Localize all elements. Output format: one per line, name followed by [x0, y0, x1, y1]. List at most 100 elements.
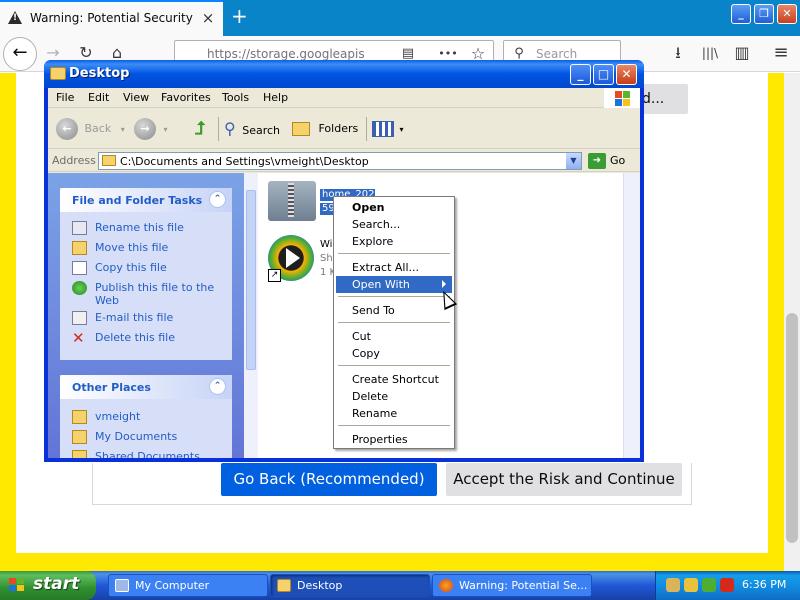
- start-label: start: [33, 574, 80, 594]
- browser-minimize-button[interactable]: _: [731, 4, 751, 24]
- ctx-separator: [338, 425, 450, 426]
- clock: 6:36 PM: [742, 578, 787, 591]
- ctx-copy[interactable]: Copy: [336, 345, 452, 362]
- file-view-scrollbar[interactable]: [623, 173, 640, 458]
- tab-close-icon[interactable]: ×: [199, 9, 217, 27]
- address-dropdown-icon[interactable]: ▼: [566, 153, 581, 169]
- browser-maximize-button[interactable]: ❐: [754, 4, 774, 24]
- email-icon: [72, 311, 87, 325]
- ctx-separator: [338, 296, 450, 297]
- url-text[interactable]: https://storage.googleapis: [207, 47, 365, 61]
- windows-logo-icon: [604, 88, 640, 108]
- rename-icon: [72, 221, 87, 235]
- task-firefox[interactable]: Warning: Potential Se...: [432, 574, 592, 597]
- library-icon[interactable]: |||\: [699, 42, 721, 64]
- address-field[interactable]: C:\Documents and Settings\vmeight\Deskto…: [98, 152, 582, 170]
- task-pane: File and Folder Tasks ⌃ Rename this file…: [48, 173, 244, 458]
- forward-nav-button[interactable]: → ▾: [134, 117, 168, 141]
- collapse-icon[interactable]: ⌃: [209, 191, 226, 208]
- start-button[interactable]: start: [0, 571, 96, 600]
- computer-icon: [115, 579, 129, 592]
- back-button[interactable]: ←: [3, 37, 37, 71]
- address-value[interactable]: C:\Documents and Settings\vmeight\Deskto…: [120, 155, 369, 168]
- taskbar: start My Computer Desktop Warning: Poten…: [0, 571, 800, 600]
- collapse-icon[interactable]: ⌃: [209, 378, 226, 395]
- search-label: Search: [242, 124, 281, 137]
- folder-icon: [102, 155, 116, 166]
- delete-x-icon: ✕: [72, 329, 85, 347]
- ctx-rename[interactable]: Rename: [336, 405, 452, 422]
- windows-logo-icon: [9, 578, 24, 591]
- ctx-search[interactable]: Search...: [336, 216, 452, 233]
- explorer-minimize-button[interactable]: _: [570, 64, 591, 85]
- folder-icon: [72, 410, 87, 424]
- tray-shield-icon[interactable]: [684, 578, 698, 592]
- browser-close-button[interactable]: ✕: [777, 4, 797, 24]
- explorer-close-button[interactable]: ✕: [616, 64, 637, 85]
- ctx-delete[interactable]: Delete: [336, 388, 452, 405]
- folders-button[interactable]: Folders: [292, 117, 358, 141]
- browser-tab[interactable]: Warning: Potential Security Risk Ahead ×: [0, 0, 223, 36]
- ctx-separator: [338, 253, 450, 254]
- magnifier-icon: ⚲: [224, 119, 236, 138]
- ctx-explore[interactable]: Explore: [336, 233, 452, 250]
- address-label: Address: [52, 154, 96, 167]
- search-button[interactable]: ⚲ Search: [224, 117, 280, 141]
- warning-stripe-right: [768, 73, 784, 553]
- other-places-title: Other Places: [72, 381, 151, 394]
- task-pane-scrollbar-thumb[interactable]: [246, 190, 256, 370]
- folders-label: Folders: [318, 122, 359, 135]
- task-my-computer[interactable]: My Computer: [108, 574, 268, 597]
- ctx-extract-all[interactable]: Extract All...: [336, 259, 452, 276]
- context-menu: Open Search... Explore Extract All... Op…: [333, 196, 455, 449]
- explorer-maximize-button[interactable]: □: [593, 64, 614, 85]
- menu-icon[interactable]: ≡: [770, 42, 792, 64]
- menu-file[interactable]: File: [56, 91, 74, 104]
- ctx-open-with[interactable]: Open With: [336, 276, 452, 293]
- globe-icon: [72, 281, 87, 295]
- menu-view[interactable]: View: [123, 91, 149, 104]
- ctx-cut[interactable]: Cut: [336, 328, 452, 345]
- task-desktop[interactable]: Desktop: [270, 574, 430, 597]
- copy-icon: [72, 261, 87, 275]
- tab-title: Warning: Potential Security Risk Ahead: [30, 11, 195, 25]
- move-icon: [72, 241, 87, 255]
- system-tray: 6:36 PM: [655, 571, 800, 600]
- page-scrollbar-thumb[interactable]: [786, 313, 798, 543]
- warning-icon: [8, 11, 22, 24]
- ctx-open[interactable]: Open: [336, 199, 452, 216]
- firefox-icon: [439, 579, 453, 592]
- menu-tools[interactable]: Tools: [222, 91, 249, 104]
- search-placeholder: Search: [536, 47, 578, 61]
- explorer-titlebar[interactable]: Desktop _ □ ✕: [44, 60, 644, 88]
- sidebar-icon[interactable]: ▥: [731, 42, 753, 64]
- folder-icon: [277, 579, 291, 592]
- other-places-header[interactable]: Other Places ⌃: [60, 375, 232, 399]
- go-button[interactable]: ➜ Go: [588, 152, 625, 170]
- go-back-button[interactable]: Go Back (Recommended): [221, 463, 437, 496]
- address-bar: Address C:\Documents and Settings\vmeigh…: [48, 150, 640, 172]
- file-tasks-header[interactable]: File and Folder Tasks ⌃: [60, 188, 232, 212]
- browser-tab-bar: Warning: Potential Security Risk Ahead ×…: [0, 0, 800, 36]
- ctx-properties[interactable]: Properties: [336, 431, 452, 448]
- explorer-toolbar: ← Back ▾ → ▾ ⮥ ⚲ Search Folders ▾: [48, 109, 640, 149]
- forward-arrow-icon: →: [134, 118, 156, 140]
- ctx-create-shortcut[interactable]: Create Shortcut: [336, 371, 452, 388]
- folder-icon: [50, 67, 66, 80]
- tray-network-icon[interactable]: [666, 578, 680, 592]
- up-folder-icon[interactable]: ⮥: [188, 117, 212, 141]
- tray-update-icon[interactable]: [702, 578, 716, 592]
- documents-folder-icon: [72, 430, 87, 444]
- new-tab-button[interactable]: +: [231, 5, 248, 27]
- menu-edit[interactable]: Edit: [88, 91, 109, 104]
- accept-risk-button[interactable]: Accept the Risk and Continue: [446, 463, 682, 496]
- warning-stripe-bottom: [0, 553, 784, 571]
- downloads-icon[interactable]: ⭳: [667, 42, 689, 64]
- warning-stripe-left: [0, 73, 16, 553]
- tray-security-icon[interactable]: [720, 578, 734, 592]
- views-button[interactable]: ▾: [372, 117, 404, 141]
- ctx-send-to[interactable]: Send To: [336, 302, 452, 319]
- menu-favorites[interactable]: Favorites: [161, 91, 211, 104]
- menu-help[interactable]: Help: [263, 91, 288, 104]
- back-nav-button[interactable]: ← Back ▾: [56, 117, 125, 141]
